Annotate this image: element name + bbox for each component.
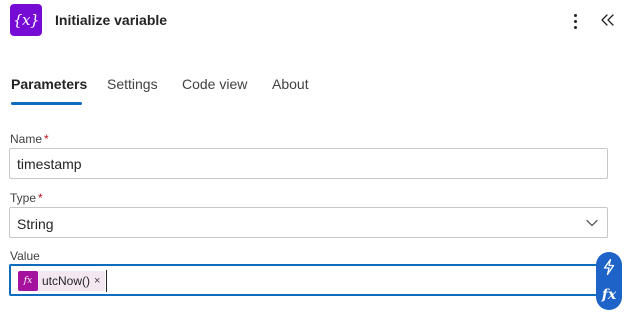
name-field-value: timestamp: [17, 156, 82, 172]
type-label-text: Type: [10, 191, 37, 205]
chevron-down-icon: [586, 219, 598, 227]
panel-header: {x} Initialize variable: [0, 0, 627, 44]
tab-code-view[interactable]: Code view: [182, 76, 247, 92]
insert-buttons: fx: [596, 252, 622, 310]
type-required-mark: *: [38, 191, 43, 205]
name-label-text: Name: [10, 132, 43, 146]
variable-icon: {x}: [10, 4, 42, 36]
name-field[interactable]: timestamp: [9, 148, 608, 179]
text-cursor: [106, 270, 107, 292]
fx-icon: fx: [601, 287, 617, 303]
function-icon-text: fx: [23, 276, 33, 286]
value-input[interactable]: fx utcNow() ×: [9, 264, 608, 296]
variable-icon-text: {x}: [12, 11, 40, 29]
name-required-mark: *: [44, 132, 49, 146]
more-options-icon[interactable]: [566, 8, 584, 34]
tab-settings[interactable]: Settings: [107, 76, 158, 92]
lightning-icon: [603, 258, 615, 276]
expression-token[interactable]: fx utcNow() ×: [18, 271, 106, 291]
collapse-panel-icon[interactable]: [597, 8, 619, 32]
name-label: Name *: [10, 132, 49, 146]
dynamic-content-button[interactable]: [596, 254, 622, 280]
action-title[interactable]: Initialize variable: [55, 12, 167, 28]
tab-list: Parameters Settings Code view About: [0, 70, 627, 110]
remove-token-icon[interactable]: ×: [94, 275, 100, 287]
active-tab-indicator: [11, 102, 82, 105]
type-selected-value: String: [17, 216, 54, 232]
type-dropdown[interactable]: String: [9, 207, 608, 238]
function-icon: fx: [18, 271, 38, 291]
expression-button[interactable]: fx: [596, 282, 622, 308]
tab-about[interactable]: About: [272, 76, 309, 92]
tab-parameters[interactable]: Parameters: [11, 76, 87, 92]
token-label: utcNow(): [42, 274, 91, 288]
value-label: Value: [10, 249, 40, 263]
type-label: Type *: [10, 191, 43, 205]
